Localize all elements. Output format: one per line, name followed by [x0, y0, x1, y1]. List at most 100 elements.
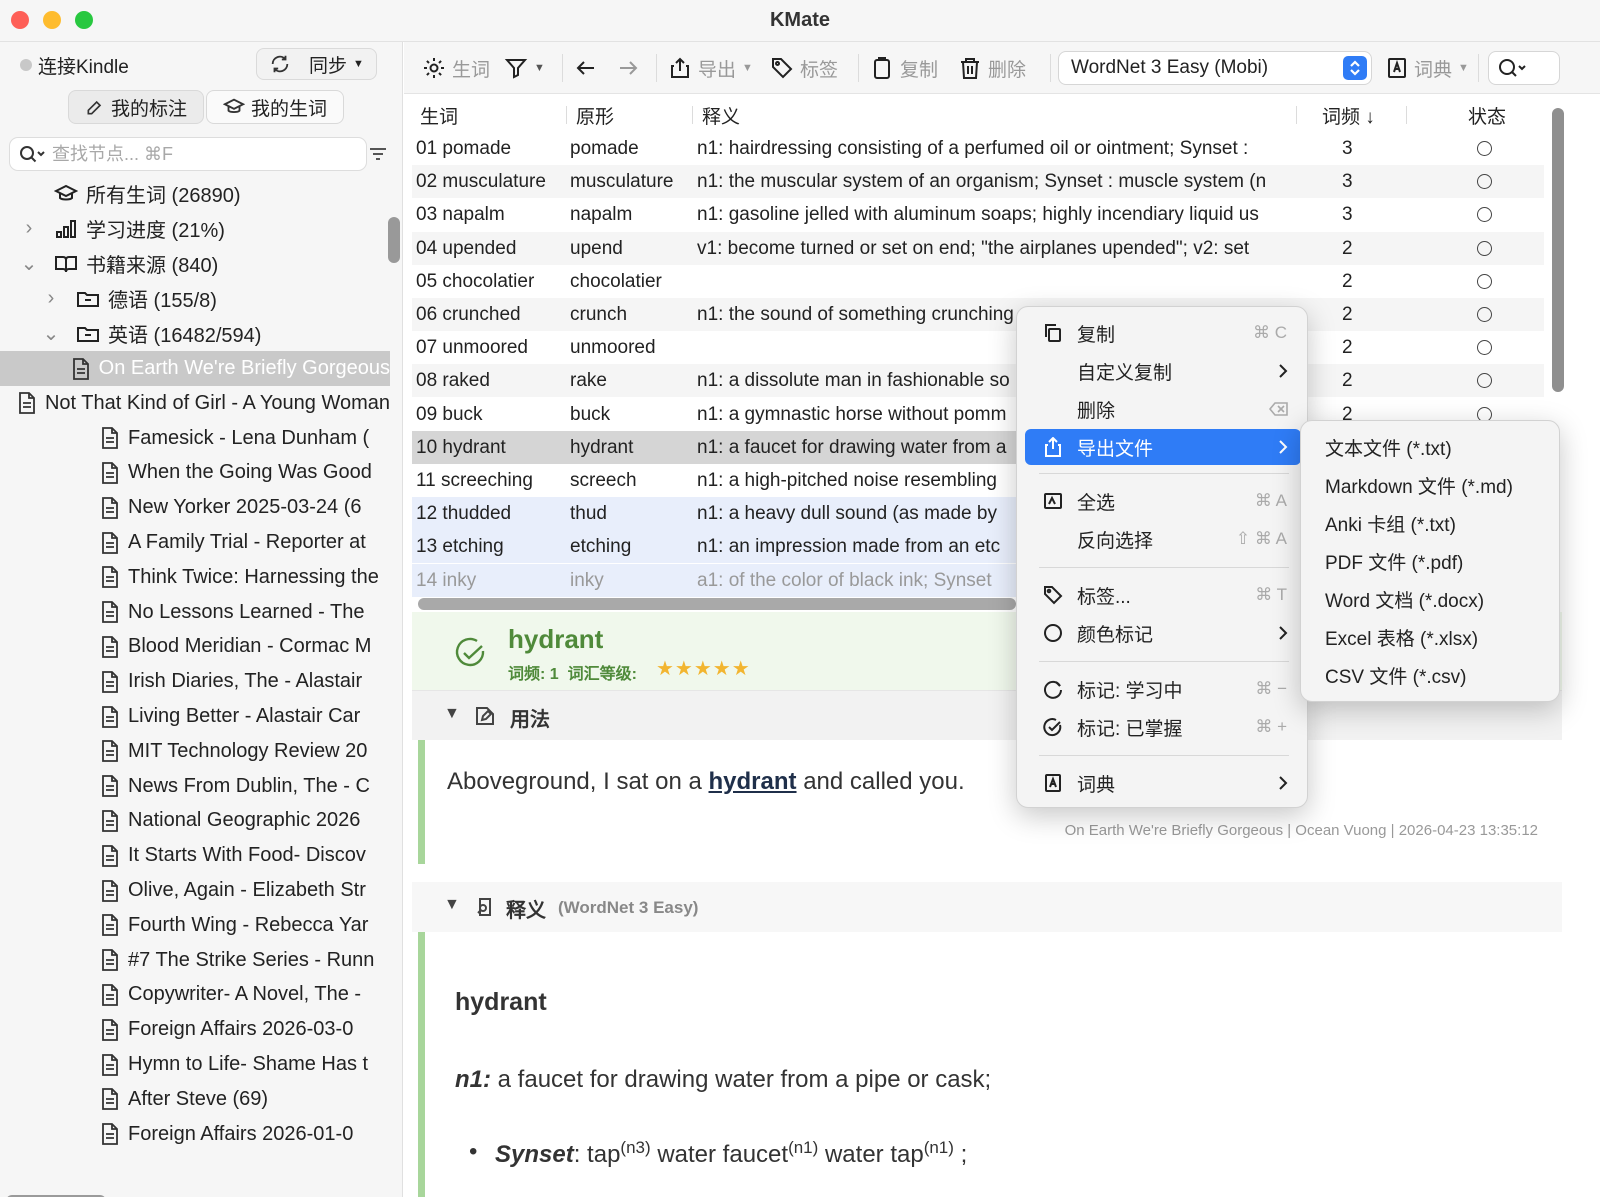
synset-word[interactable]: water tap — [825, 1141, 924, 1168]
tree-item-book[interactable]: Foreign Affairs 2026-03-0 — [0, 1012, 390, 1047]
table-row[interactable]: 01 pomade pomade n1: hairdressing consisti… — [412, 132, 1544, 165]
usage-highlight-word[interactable]: hydrant — [709, 768, 797, 795]
tree-item-book[interactable]: When the Going Was Good — [0, 455, 390, 490]
status-circle-icon[interactable] — [1477, 174, 1492, 190]
tree-item-book[interactable]: #7 The Strike Series - Runn — [0, 943, 390, 978]
export-option[interactable]: Markdown 文件 (*.md) — [1309, 467, 1553, 503]
menu-item-export-file[interactable]: 导出文件 — [1025, 429, 1301, 465]
tree-item-book-sources[interactable]: ⌄ 书籍来源 (840) — [0, 246, 390, 281]
words-settings-button[interactable]: 生词 — [422, 42, 490, 94]
table-row[interactable]: 05 chocolatier chocolatier 2 — [412, 265, 1544, 298]
collapse-triangle-icon[interactable]: ▼ — [444, 705, 460, 723]
copy-button[interactable]: 复制 — [870, 42, 938, 94]
column-divider[interactable] — [1406, 106, 1407, 124]
menu-item-dictionary[interactable]: 词典 — [1025, 765, 1301, 801]
filter-lines-icon[interactable] — [368, 146, 388, 162]
node-search-field[interactable] — [9, 137, 367, 171]
column-divider[interactable] — [692, 106, 693, 124]
column-divider[interactable] — [1296, 106, 1297, 124]
tab-my-words[interactable]: 我的生词 — [206, 90, 344, 124]
status-circle-icon[interactable] — [1477, 273, 1492, 289]
tree-item-book[interactable]: On Earth We're Briefly Gorgeous — [0, 351, 390, 386]
tree-item-book[interactable]: Living Better - Alastair Car — [0, 699, 390, 734]
tree-item-book[interactable]: No Lessons Learned - The — [0, 595, 390, 630]
table-row[interactable]: 08 raked rake n1: a dissolute man in fashi… — [412, 364, 1544, 398]
table-row[interactable]: 02 musculature musculature n1: the muscula… — [412, 165, 1544, 199]
table-row[interactable]: 06 crunched crunch n1: the sound of someth… — [412, 298, 1544, 331]
status-circle-icon[interactable] — [1477, 307, 1492, 322]
menu-item-mark-learning[interactable]: 标记: 学习中 ⌘ − — [1025, 671, 1301, 707]
synset-word[interactable]: tap — [587, 1141, 620, 1168]
table-row[interactable]: 03 napalm napalm n1: gasoline jelled with … — [412, 198, 1544, 231]
export-option[interactable]: Anki 卡组 (*.txt) — [1309, 505, 1553, 541]
chevron-right-icon[interactable]: › — [40, 287, 62, 310]
mastered-check-icon[interactable] — [454, 636, 488, 670]
menu-item-color-mark[interactable]: 颜色标记 — [1025, 615, 1301, 651]
tree-item-book[interactable]: After Steve (69) — [0, 1082, 390, 1117]
menu-item-invert-selection[interactable]: 反向选择 ⇧ ⌘ A — [1025, 521, 1301, 557]
menu-item-mark-mastered[interactable]: 标记: 已掌握 ⌘ + — [1025, 709, 1301, 745]
forward-button[interactable] — [616, 42, 640, 94]
tree-item-book[interactable]: Foreign Affairs 2026-01-0 — [0, 1117, 390, 1152]
tree-item-book[interactable]: Fourth Wing - Rebecca Yar — [0, 908, 390, 943]
export-option[interactable]: Excel 表格 (*.xlsx) — [1309, 619, 1553, 655]
node-search-input[interactable] — [52, 143, 342, 165]
dictionary-select[interactable]: WordNet 3 Easy (Mobi) — [1058, 51, 1372, 85]
table-vertical-scrollbar[interactable] — [1552, 108, 1564, 392]
table-row[interactable]: 04 upended upend v1: become turned or set … — [412, 231, 1544, 265]
tree-item-all-words[interactable]: 所有生词 (26890) — [0, 176, 390, 211]
export-option[interactable]: Word 文档 (*.docx) — [1309, 581, 1553, 617]
filter-button[interactable]: ▼ — [504, 42, 545, 94]
dictionary-button[interactable]: 词典 ▼ — [1386, 42, 1469, 94]
back-button[interactable] — [574, 42, 598, 94]
menu-item-copy[interactable]: 复制 ⌘ C — [1025, 315, 1301, 351]
sync-button[interactable]: 同步 ▼ — [256, 48, 377, 80]
export-option[interactable]: 文本文件 (*.txt) — [1309, 429, 1553, 465]
column-divider[interactable] — [566, 106, 567, 124]
chevron-down-icon[interactable]: ⌄ — [40, 321, 62, 346]
export-option[interactable]: PDF 文件 (*.pdf) — [1309, 543, 1553, 579]
collapse-triangle-icon[interactable]: ▼ — [444, 896, 460, 914]
tree-item-book[interactable]: Blood Meridian - Cormac M — [0, 629, 390, 664]
status-circle-icon[interactable] — [1477, 373, 1492, 389]
table-horizontal-scrollbar[interactable] — [418, 598, 1016, 610]
tree-item-book[interactable]: News From Dublin, The - C — [0, 769, 390, 804]
delete-button[interactable]: 删除 — [958, 42, 1026, 94]
tree-item-book[interactable]: Hymn to Life- Shame Has t — [0, 1047, 390, 1082]
column-header-frequency[interactable]: 词频 ↓ — [1322, 98, 1375, 132]
column-header-lemma[interactable]: 原形 — [576, 98, 614, 132]
rating-stars[interactable]: ★★★★★ — [656, 656, 751, 681]
menu-item-tags[interactable]: 标签... ⌘ T — [1025, 577, 1301, 613]
tree-item-book[interactable]: Copywriter- A Novel, The - — [0, 977, 390, 1012]
menu-item-delete[interactable]: 删除 — [1025, 391, 1301, 427]
tree-item-german[interactable]: › 德语 (155/8) — [0, 281, 390, 316]
tree-item-book[interactable]: Olive, Again - Elizabeth Str — [0, 873, 390, 908]
table-search-field[interactable] — [1488, 51, 1560, 85]
tree-item-book[interactable]: It Starts With Food- Discov — [0, 838, 390, 873]
tree-item-book[interactable]: Irish Diaries, The - Alastair — [0, 664, 390, 699]
connect-kindle-button[interactable]: 连接Kindle — [20, 52, 129, 78]
sidebar-vertical-scrollbar[interactable] — [388, 217, 400, 263]
tag-button[interactable]: 标签 — [770, 42, 838, 94]
column-header-definition[interactable]: 释义 — [702, 98, 740, 132]
chevron-down-icon[interactable]: ⌄ — [18, 251, 40, 276]
usage-source[interactable]: On Earth We're Briefly Gorgeous | Ocean … — [1065, 822, 1538, 839]
tree-item-book[interactable]: National Geographic 2026 — [0, 803, 390, 838]
status-circle-icon[interactable] — [1477, 141, 1492, 156]
column-header-word[interactable]: 生词 — [420, 98, 458, 132]
status-circle-icon[interactable] — [1477, 207, 1492, 223]
tree-item-book[interactable]: A Family Trial - Reporter at — [0, 525, 390, 560]
export-button[interactable]: 导出 ▼ — [668, 42, 753, 94]
synset-word[interactable]: water faucet — [657, 1141, 788, 1168]
tree-item-book[interactable]: Famesick - Lena Dunham ( — [0, 421, 390, 456]
menu-item-custom-copy[interactable]: 自定义复制 — [1025, 353, 1301, 389]
tree-item-progress[interactable]: › 学习进度 (21%) — [0, 211, 390, 246]
chevron-right-icon[interactable]: › — [18, 217, 40, 240]
tree-item-book[interactable]: Not That Kind of Girl - A Young Woman — [0, 386, 390, 421]
menu-item-select-all[interactable]: 全选 ⌘ A — [1025, 483, 1301, 519]
status-circle-icon[interactable] — [1477, 340, 1492, 356]
column-header-status[interactable]: 状态 — [1468, 98, 1506, 132]
export-option[interactable]: CSV 文件 (*.csv) — [1309, 657, 1553, 693]
tree-item-english[interactable]: ⌄ 英语 (16482/594) — [0, 316, 390, 351]
tab-my-annotations[interactable]: 我的标注 — [68, 90, 204, 124]
